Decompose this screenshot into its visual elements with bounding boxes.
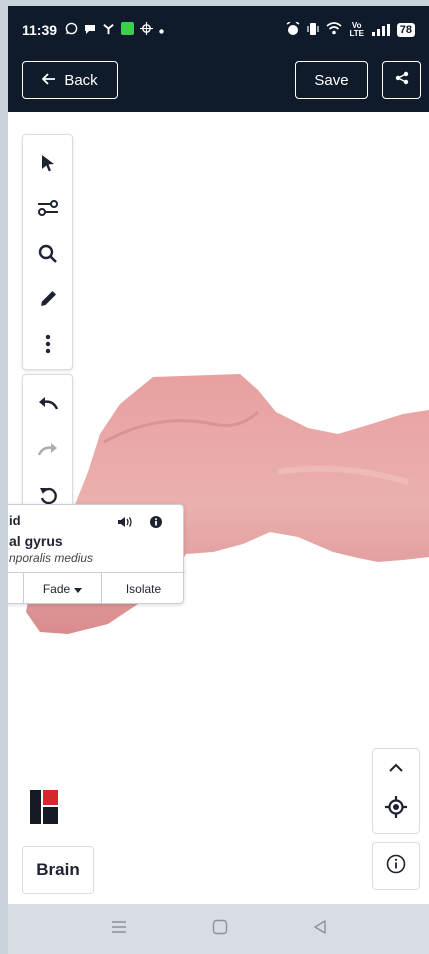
message-icon bbox=[84, 23, 96, 38]
popup-action-partial[interactable] bbox=[8, 573, 23, 604]
redo-icon bbox=[37, 442, 59, 462]
back-button[interactable]: Back bbox=[22, 61, 118, 99]
battery-indicator: 78 bbox=[396, 23, 415, 37]
sliders-icon bbox=[37, 199, 59, 222]
select-tool-button[interactable] bbox=[28, 143, 68, 188]
signal-icon bbox=[371, 24, 390, 36]
redo-button[interactable] bbox=[28, 429, 68, 475]
volte-icon: Vo LTE bbox=[349, 21, 364, 38]
undo-button[interactable] bbox=[28, 383, 68, 429]
info-outline-icon bbox=[386, 854, 406, 879]
sliders-tool-button[interactable] bbox=[28, 188, 68, 233]
info-circle-icon[interactable] bbox=[150, 515, 162, 533]
structure-info-popup: id al gyrus nporalis medius Fade Isolate bbox=[8, 504, 185, 604]
vibrate-icon bbox=[307, 22, 319, 39]
search-tool-button[interactable] bbox=[28, 233, 68, 278]
dot-icon bbox=[159, 23, 164, 37]
whatsapp-icon bbox=[65, 22, 78, 38]
view-controls bbox=[372, 748, 420, 834]
more-tools-button[interactable] bbox=[28, 324, 68, 369]
alarm-icon bbox=[286, 20, 300, 39]
app-icon bbox=[121, 22, 135, 38]
back-label: Back bbox=[64, 71, 98, 89]
undo-icon bbox=[37, 396, 59, 416]
status-right: Vo LTE 78 bbox=[286, 20, 415, 39]
audio-icon[interactable] bbox=[117, 515, 133, 533]
info-button[interactable] bbox=[372, 842, 420, 890]
system-navigation-bar bbox=[8, 904, 429, 954]
app-header: Back Save bbox=[8, 54, 429, 112]
status-bar: 11:39 Vo LTE 78 bbox=[8, 6, 429, 54]
status-time: 11:39 bbox=[22, 22, 58, 38]
pen-tool-button[interactable] bbox=[28, 279, 68, 324]
share-icon bbox=[395, 71, 409, 89]
popup-actions: Fade Isolate bbox=[8, 572, 185, 604]
chevron-up-icon[interactable] bbox=[389, 759, 403, 777]
caret-down-icon bbox=[74, 582, 83, 596]
fade-button[interactable]: Fade bbox=[23, 573, 101, 604]
search-icon bbox=[38, 244, 58, 269]
structure-name: al gyrus bbox=[9, 533, 63, 549]
app: 11:39 Vo LTE 78 Back Save id al gyrus np… bbox=[8, 6, 429, 954]
app-logo bbox=[30, 790, 58, 824]
brain-button[interactable]: Brain bbox=[22, 846, 94, 894]
tools-panel bbox=[22, 134, 73, 370]
structure-latin-name: nporalis medius bbox=[9, 551, 94, 565]
fan-icon bbox=[102, 22, 115, 38]
wifi-icon bbox=[326, 22, 342, 38]
select-arrow-icon bbox=[40, 154, 56, 177]
ai-icon bbox=[140, 22, 154, 38]
home-icon[interactable] bbox=[212, 919, 228, 940]
save-button[interactable]: Save bbox=[295, 61, 368, 99]
pen-icon bbox=[38, 289, 58, 314]
share-button[interactable] bbox=[382, 61, 421, 99]
back-triangle-icon[interactable] bbox=[313, 919, 327, 940]
fade-label: Fade bbox=[42, 581, 71, 596]
frame-left bbox=[0, 0, 8, 954]
menu-icon[interactable] bbox=[111, 920, 127, 939]
more-vertical-icon bbox=[45, 334, 51, 359]
arrow-left-icon bbox=[42, 72, 56, 89]
model-canvas[interactable]: id al gyrus nporalis medius Fade Isolate bbox=[8, 112, 429, 904]
isolate-button[interactable]: Isolate bbox=[101, 573, 185, 604]
popup-title-fragment: id bbox=[9, 513, 21, 528]
crosshair-icon[interactable] bbox=[385, 796, 407, 823]
